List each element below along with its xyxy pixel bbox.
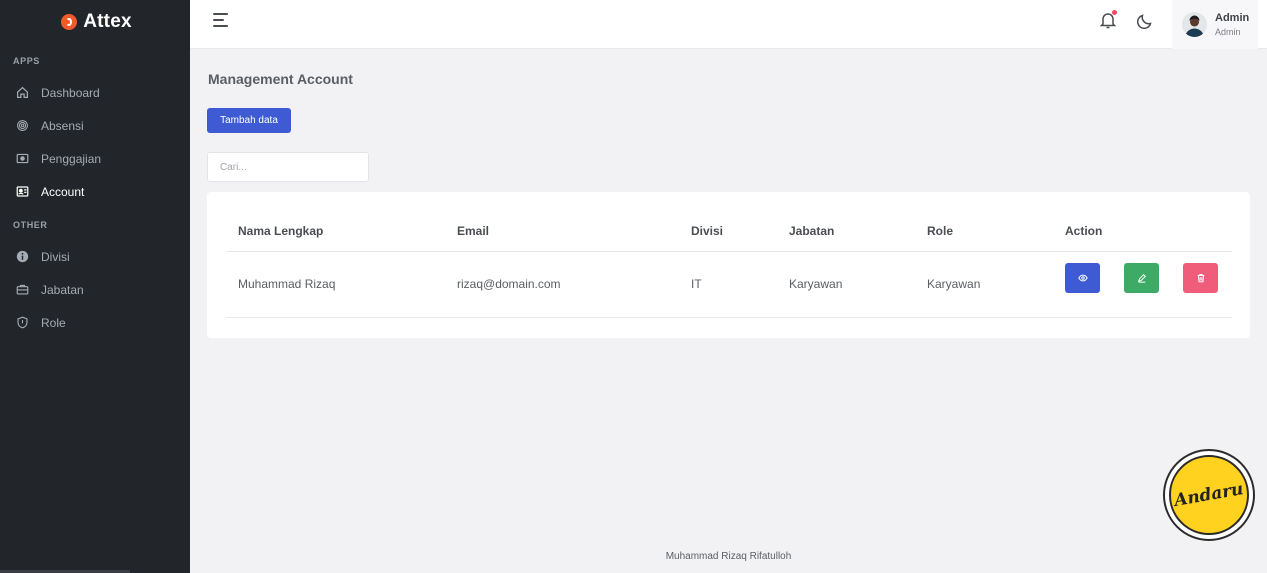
sidebar-item-penggajian[interactable]: Penggajian <box>0 142 190 175</box>
money-icon <box>16 152 29 165</box>
watermark-badge: Andaru <box>1163 449 1255 541</box>
column-header-role: Role <box>927 224 954 238</box>
brand-icon <box>61 14 78 30</box>
fingerprint-icon <box>16 119 29 132</box>
moon-icon[interactable] <box>1136 12 1154 30</box>
sidebar-item-label: Dashboard <box>41 85 100 100</box>
user-role: Admin <box>1215 26 1241 37</box>
column-header-email: Email <box>457 224 490 238</box>
column-header-nama: Nama Lengkap <box>238 224 324 238</box>
shield-icon <box>16 316 29 329</box>
sidebar-item-absensi[interactable]: Absensi <box>0 109 190 142</box>
sidebar-item-account[interactable]: Account <box>0 175 190 208</box>
sidebar-item-jabatan[interactable]: Jabatan <box>0 273 190 306</box>
sidebar-item-role[interactable]: Role <box>0 306 190 339</box>
column-header-action: Action <box>1065 224 1103 238</box>
user-menu[interactable]: Admin Admin <box>1172 0 1258 49</box>
sidebar-item-divisi[interactable]: Divisi <box>0 240 190 273</box>
trash-icon <box>1197 274 1204 283</box>
home-icon <box>16 86 29 99</box>
info-icon <box>16 250 29 263</box>
footer: Muhammad Rizaq Rifatulloh <box>665 551 792 562</box>
table-row: Muhammad Rizaq rizaq@domain.com IT Karya… <box>226 252 1232 318</box>
account-icon <box>16 185 29 198</box>
sidebar-item-label: Account <box>41 184 85 199</box>
eye-icon <box>1077 274 1088 282</box>
brand-logo[interactable]: Attex <box>3 0 190 44</box>
cell-divisi: IT <box>691 277 702 291</box>
add-data-button[interactable]: Tambah data <box>207 108 291 133</box>
bell-icon[interactable] <box>1099 10 1117 30</box>
account-table: Nama Lengkap Email Divisi Jabatan Role A… <box>226 212 1232 318</box>
section-label-other: OTHER <box>13 220 48 230</box>
sidebar-item-label: Penggajian <box>41 151 102 166</box>
cell-email: rizaq@domain.com <box>457 277 561 291</box>
cell-jabatan: Karyawan <box>789 277 843 291</box>
cell-name: Muhammad Rizaq <box>238 277 336 291</box>
brand-name: Attex <box>83 11 132 32</box>
account-table-card: Nama Lengkap Email Divisi Jabatan Role A… <box>207 192 1250 338</box>
user-name: Admin <box>1215 11 1250 24</box>
table-header: Nama Lengkap Email Divisi Jabatan Role A… <box>226 212 1232 252</box>
search-input[interactable] <box>207 152 369 182</box>
column-header-divisi: Divisi <box>691 224 724 238</box>
sidebar-item-label: Divisi <box>41 249 70 264</box>
page-title: Management Account <box>208 71 353 87</box>
sidebar-item-label: Role <box>41 315 66 330</box>
edit-button[interactable] <box>1124 263 1159 293</box>
topbar: Admin Admin <box>190 0 1267 49</box>
pencil-icon <box>1137 273 1146 283</box>
section-label-apps: APPS <box>13 56 40 66</box>
sidebar-item-label: Absensi <box>41 118 84 133</box>
avatar <box>1182 12 1207 37</box>
view-button[interactable] <box>1065 263 1100 293</box>
sidebar-item-label: Jabatan <box>41 282 84 297</box>
column-header-jabatan: Jabatan <box>789 224 835 238</box>
watermark-text: Andaru <box>1172 479 1246 511</box>
briefcase-icon <box>16 283 29 296</box>
notification-dot <box>1112 10 1117 15</box>
menu-toggle-icon[interactable] <box>213 13 231 29</box>
sidebar-item-dashboard[interactable]: Dashboard <box>0 76 190 109</box>
cell-role: Karyawan <box>927 277 981 291</box>
delete-button[interactable] <box>1183 263 1218 293</box>
sidebar: Attex APPS Dashboard Absensi Penggajian … <box>0 0 190 573</box>
